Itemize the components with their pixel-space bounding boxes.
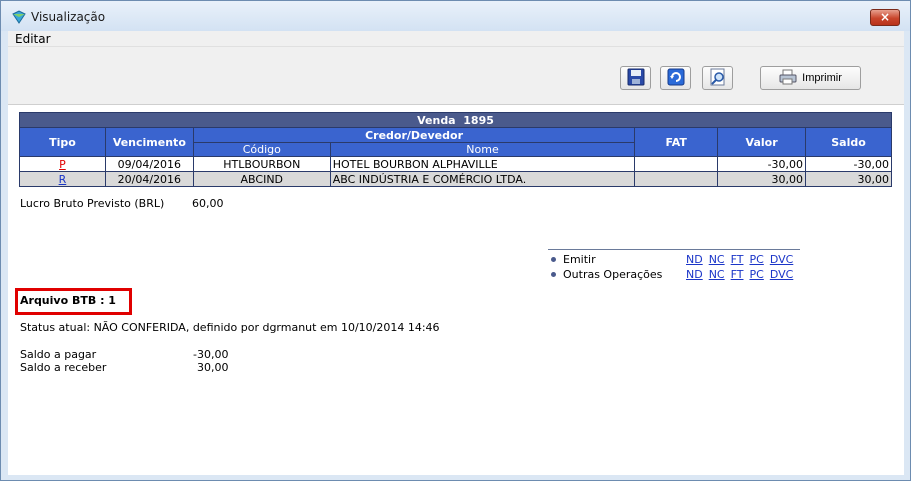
bullet-icon xyxy=(551,272,556,277)
lucro-value: 60,00 xyxy=(192,197,224,210)
preview-button[interactable] xyxy=(702,66,733,90)
header-saldo: Saldo xyxy=(805,127,892,157)
toolbar: Imprimir xyxy=(8,47,904,105)
outras-ft-link[interactable]: FT xyxy=(731,268,744,281)
tipo-link-p[interactable]: P xyxy=(59,158,66,171)
lucro-label: Lucro Bruto Previsto (BRL) xyxy=(20,197,165,210)
emitir-pc-link[interactable]: PC xyxy=(749,253,763,266)
tipo-link-r[interactable]: R xyxy=(59,173,67,186)
print-button[interactable]: Imprimir xyxy=(760,66,861,90)
refresh-button[interactable] xyxy=(660,66,691,90)
header-credor: Credor/Devedor xyxy=(192,127,636,143)
list-item-emitir: Emitir ND NC FT PC DVC xyxy=(548,252,799,267)
cell-codigo: ABCIND xyxy=(192,171,331,187)
title-bar: Visualização × xyxy=(1,1,910,31)
saldo-pagar-label: Saldo a pagar xyxy=(20,348,97,361)
cell-saldo: -30,00 xyxy=(805,156,892,172)
saldo-receber-label: Saldo a receber xyxy=(20,361,107,374)
printer-icon xyxy=(779,69,797,88)
emitir-nc-link[interactable]: NC xyxy=(709,253,725,266)
menu-editar[interactable]: Editar xyxy=(15,32,51,46)
header-vencimento: Vencimento xyxy=(104,127,194,157)
save-button[interactable] xyxy=(620,66,651,90)
window-title: Visualização xyxy=(31,10,106,24)
op-label-outras: Outras Operações xyxy=(563,268,663,281)
saldo-receber-value: 30,00 xyxy=(197,361,229,374)
close-icon: × xyxy=(879,10,891,24)
operations-divider xyxy=(548,249,800,250)
emitir-ft-link[interactable]: FT xyxy=(731,253,744,266)
cell-nome: ABC INDÚSTRIA E COMÉRCIO LTDA. xyxy=(329,171,636,187)
cell-saldo: 30,00 xyxy=(805,171,892,187)
cell-nome: HOTEL BOURBON ALPHAVILLE xyxy=(329,156,636,172)
cell-valor: -30,00 xyxy=(717,156,807,172)
cell-fat xyxy=(634,156,719,172)
operations-list: Emitir ND NC FT PC DVC Outras Operações … xyxy=(548,252,799,282)
print-label: Imprimir xyxy=(802,72,842,84)
cell-codigo: HTLBOURBON xyxy=(192,156,331,172)
cell-fat xyxy=(634,171,719,187)
header-fat: FAT xyxy=(634,127,719,157)
cell-vencimento: 20/04/2016 xyxy=(104,171,194,187)
status-text: Status atual: NÃO CONFERIDA, definido po… xyxy=(20,321,440,334)
outras-nc-link[interactable]: NC xyxy=(709,268,725,281)
outras-nd-link[interactable]: ND xyxy=(686,268,703,281)
app-window: Visualização × Editar Imprimir Venda 189… xyxy=(0,0,911,481)
table-row: P 09/04/2016 HTLBOURBON HOTEL BOURBON AL… xyxy=(19,156,892,172)
bullet-icon xyxy=(551,257,556,262)
header-nome: Nome xyxy=(329,142,636,157)
list-item-outras: Outras Operações ND NC FT PC DVC xyxy=(548,267,799,282)
venda-table: Venda 1895 Tipo Vencimento Credor/Devedo… xyxy=(19,112,892,187)
header-codigo: Código xyxy=(192,142,331,157)
cell-valor: 30,00 xyxy=(717,171,807,187)
header-valor: Valor xyxy=(717,127,807,157)
arquivo-btb: Arquivo BTB : 1 xyxy=(20,294,116,307)
close-button[interactable]: × xyxy=(870,9,900,26)
header-tipo: Tipo xyxy=(19,127,106,157)
saldo-pagar-value: -30,00 xyxy=(193,348,229,361)
app-icon xyxy=(11,9,27,25)
refresh-icon xyxy=(667,68,685,89)
outras-dvc-link[interactable]: DVC xyxy=(770,268,793,281)
preview-icon xyxy=(709,68,727,89)
outras-pc-link[interactable]: PC xyxy=(749,268,763,281)
menu-bar: Editar xyxy=(8,31,904,47)
cell-vencimento: 09/04/2016 xyxy=(104,156,194,172)
content-area: Venda 1895 Tipo Vencimento Credor/Devedo… xyxy=(8,105,904,475)
op-label-emitir: Emitir xyxy=(563,253,596,266)
emitir-nd-link[interactable]: ND xyxy=(686,253,703,266)
table-row: R 20/04/2016 ABCIND ABC INDÚSTRIA E COMÉ… xyxy=(19,171,892,187)
venda-title: Venda 1895 xyxy=(19,112,892,128)
emitir-dvc-link[interactable]: DVC xyxy=(770,253,793,266)
save-icon xyxy=(627,68,645,89)
